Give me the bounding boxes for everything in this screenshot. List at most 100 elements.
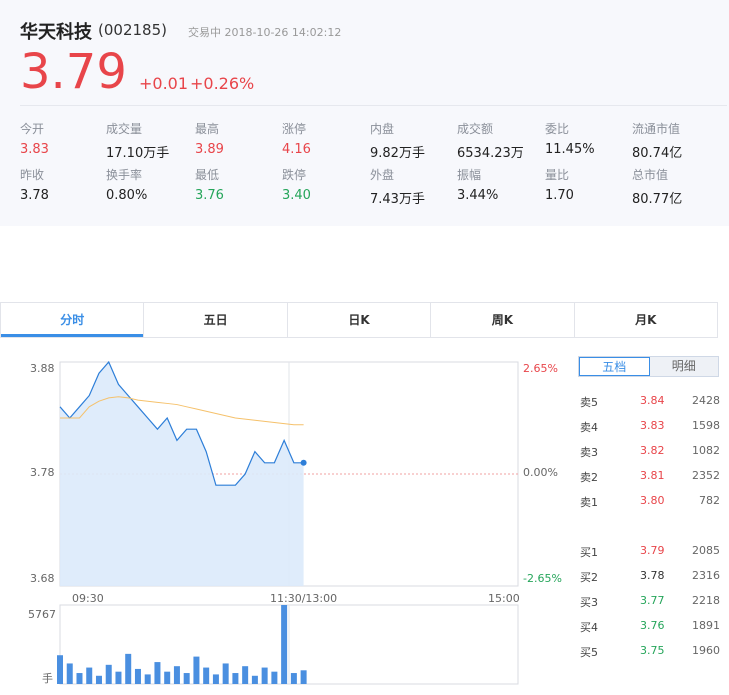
metric-label: 换手率 [106, 168, 143, 182]
orderbook-level-label: 买4 [580, 621, 598, 634]
orderbook-volume: 782 [699, 494, 720, 507]
metric-1-1: 换手率 0.80% [106, 166, 147, 203]
volume-bar [154, 662, 161, 684]
volume-bar [212, 674, 219, 684]
metric-value: 11.45% [545, 142, 595, 157]
orderbook-volume: 1891 [692, 619, 720, 632]
metric-label: 委比 [545, 122, 570, 136]
orderbook-price: 3.76 [640, 619, 665, 632]
orderbook-volume: 2428 [692, 394, 720, 407]
orderbook-level-label: 买5 [580, 646, 598, 659]
orderbook-volume: 2218 [692, 594, 720, 607]
metric-label: 成交量 [106, 122, 143, 136]
metric-0-3: 涨停 4.16 [282, 120, 311, 157]
divider [20, 105, 727, 106]
metric-value: 3.83 [20, 142, 49, 157]
metric-value: 80.74亿 [632, 146, 683, 161]
price-line [59, 360, 304, 486]
y-label-high: 3.88 [30, 362, 55, 375]
orderbook-row: 卖5 3.84 2428 [580, 394, 720, 409]
orderbook-volume: 1960 [692, 644, 720, 657]
metric-label: 今开 [20, 122, 45, 136]
orderbook-volume: 2352 [692, 469, 720, 482]
quote-panel: 华天科技 (002185) 交易中 2018-10-26 14:02:12 3.… [0, 0, 729, 226]
last-price-dot [300, 459, 307, 466]
metric-label: 涨停 [282, 122, 307, 136]
metric-1-3: 跌停 3.40 [282, 166, 311, 203]
metric-1-7: 总市值 80.77亿 [632, 166, 682, 207]
metric-value: 0.80% [106, 188, 148, 203]
orderbook-tabs: 五档 明细 [578, 356, 719, 377]
orderbook-row: 卖1 3.80 782 [580, 494, 720, 509]
metric-1-6: 量比 1.70 [545, 166, 574, 203]
metric-0-2: 最高 3.89 [195, 120, 224, 157]
metric-value: 4.16 [282, 142, 311, 157]
metric-0-6: 委比 11.45% [545, 120, 595, 157]
volume-bar [134, 668, 141, 684]
tab-monthly-k[interactable]: 月K [573, 303, 717, 337]
metric-label: 外盘 [370, 168, 395, 182]
tab-five-levels[interactable]: 五档 [579, 357, 650, 376]
orderbook-price: 3.82 [640, 444, 665, 457]
volume-bar [232, 673, 239, 684]
price-change: +0.01 [139, 74, 189, 93]
volume-bar [57, 655, 63, 684]
metric-label: 昨收 [20, 168, 45, 182]
metric-1-2: 最低 3.76 [195, 166, 224, 203]
tab-details[interactable]: 明细 [649, 357, 718, 376]
y-label-mid: 3.78 [30, 466, 55, 479]
orderbook-volume: 1598 [692, 419, 720, 432]
orderbook-price: 3.84 [640, 394, 665, 407]
volume-plot-frame [59, 604, 519, 685]
trade-status: 交易中 2018-10-26 14:02:12 [188, 26, 342, 39]
x-label-close: 15:00 [488, 592, 520, 605]
orderbook-price: 3.77 [640, 594, 665, 607]
metric-label: 最低 [195, 168, 220, 182]
tab-daily-k[interactable]: 日K [286, 303, 430, 337]
metric-0-7: 流通市值 80.74亿 [632, 120, 682, 161]
orderbook-level-label: 卖3 [580, 446, 598, 459]
metric-value: 3.44% [457, 188, 499, 203]
volume-bar [242, 666, 249, 684]
current-price: 3.79 [20, 44, 127, 100]
orderbook-price: 3.83 [640, 419, 665, 432]
tab-intraday[interactable]: 分时 [1, 303, 144, 337]
y-label-low: 3.68 [30, 572, 55, 585]
pct-label-mid: 0.00% [523, 466, 558, 479]
metric-value: 1.70 [545, 188, 574, 203]
orderbook-level-label: 卖2 [580, 471, 598, 484]
pct-label-high: 2.65% [523, 362, 558, 375]
stock-code: (002185) [98, 21, 167, 39]
orderbook-row: 买4 3.76 1891 [580, 619, 720, 634]
metric-value: 6534.23万 [457, 146, 524, 161]
metric-value: 3.78 [20, 188, 49, 203]
tab-weekly-k[interactable]: 周K [430, 303, 573, 337]
volume-bar [164, 671, 171, 684]
volume-bar [66, 663, 73, 684]
metric-label: 成交额 [457, 122, 494, 136]
metric-label: 振幅 [457, 168, 482, 182]
metric-1-4: 外盘 7.43万手 [370, 166, 425, 207]
metric-value: 9.82万手 [370, 146, 425, 161]
stock-name: 华天科技 [20, 22, 92, 43]
metric-label: 量比 [545, 168, 570, 182]
metric-label: 跌停 [282, 168, 307, 182]
volume-bar [76, 673, 83, 684]
metric-label: 内盘 [370, 122, 395, 136]
orderbook-price: 3.79 [640, 544, 665, 557]
orderbook-price: 3.80 [640, 494, 665, 507]
price-area [60, 362, 304, 586]
orderbook-row: 卖3 3.82 1082 [580, 444, 720, 459]
orderbook-row: 卖4 3.83 1598 [580, 419, 720, 434]
x-label-open: 09:30 [72, 592, 104, 605]
average-price-line [60, 396, 304, 426]
orderbook-row: 卖2 3.81 2352 [580, 469, 720, 484]
orderbook-row: 买1 3.79 2085 [580, 544, 720, 559]
metric-label: 最高 [195, 122, 220, 136]
metric-value: 3.40 [282, 188, 311, 203]
metric-label: 流通市值 [632, 122, 681, 136]
tab-five-day[interactable]: 五日 [143, 303, 286, 337]
volume-bar [95, 675, 102, 684]
orderbook-level-label: 买2 [580, 571, 598, 584]
volume-bar [115, 671, 122, 684]
